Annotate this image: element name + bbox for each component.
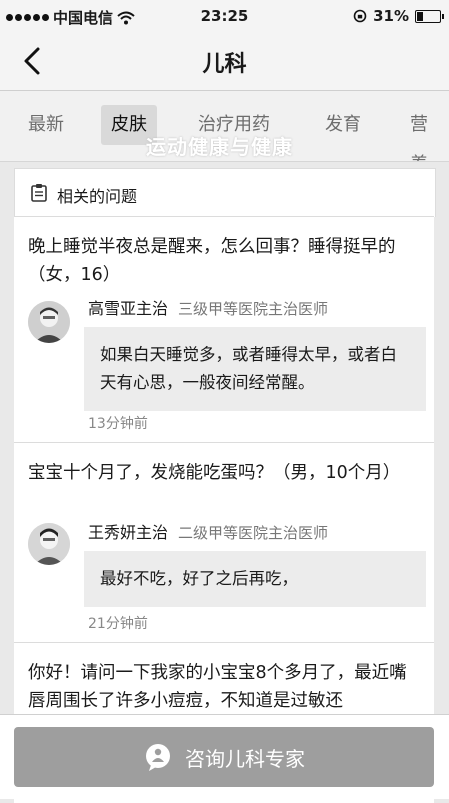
question-text: 宝宝十个月了，发烧能吃蛋吗？（男，10个月） [28, 463, 401, 483]
doctor-info: 王秀妍主治 二级甲等医院主治医师 [88, 519, 328, 543]
section-header: 相关的问题 [14, 168, 436, 217]
avatar [28, 301, 70, 343]
question-text: 晚上睡觉半夜总是醒来，怎么回事？睡得挺早的（女，16） [28, 237, 396, 285]
clipboard-icon [31, 184, 47, 202]
battery-icon [415, 9, 444, 23]
tab-development[interactable]: 发育 [315, 105, 371, 145]
doctor-name: 高雪亚主治 [88, 299, 169, 318]
chat-bubble-icon [146, 744, 170, 771]
doctor-info: 高雪亚主治 三级甲等医院主治医师 [88, 295, 328, 319]
tab-latest[interactable]: 最新 [18, 105, 74, 145]
doctor-avatar-icon [28, 523, 70, 565]
question-card[interactable]: 宝宝十个月了，发烧能吃蛋吗？（男，10个月） 王秀妍主治 二级甲等医院主治医师 最… [14, 442, 434, 643]
doctor-avatar-icon [28, 301, 70, 343]
tab-nutrition[interactable]: 营养 [400, 105, 449, 161]
section-title: 相关的问题 [57, 187, 138, 206]
battery-percent: 31% [373, 7, 409, 25]
question-card[interactable]: 晚上睡觉半夜总是醒来，怎么回事？睡得挺早的（女，16） 高雪亚主治 三级甲等医院主… [14, 216, 434, 443]
page-title: 儿科 [202, 52, 247, 77]
watermark: 运动健康与健康 [146, 135, 293, 159]
rotation-lock-icon [353, 9, 367, 23]
nav-bar: 儿科 [0, 32, 449, 91]
answer-bubble: 最好不吃，好了之后再吃， [84, 551, 426, 607]
answer-time: 13分钟前 [88, 416, 148, 432]
status-bar: 中国电信 23:25 31% [0, 0, 449, 32]
question-list: 相关的问题 晚上睡觉半夜总是醒来，怎么回事？睡得挺早的（女，16） 高雪亚主治三… [0, 162, 449, 803]
avatar [28, 523, 70, 565]
doctor-name: 王秀妍主治 [88, 523, 169, 542]
doctor-title: 三级甲等医院主治医师 [178, 300, 329, 318]
category-tabs: 最新 皮肤 治疗用药 发育 营养 运动健康与健康 [0, 91, 449, 162]
consult-button[interactable]: 咨询儿科专家 [14, 727, 434, 787]
consult-button-label: 咨询儿科专家 [185, 746, 305, 771]
question-text: 你好！请问一下我家的小宝宝8个多月了，最近嘴唇周围长了许多小痘痘，不知道是过敏还 [28, 663, 407, 711]
status-right: 31% [353, 7, 444, 25]
battery-fill [417, 11, 423, 21]
answer-bubble: 如果白天睡觉多，或者睡得太早，或者白天有心思，一般夜间经常醒。 [84, 327, 426, 411]
answer-time: 21分钟前 [88, 616, 148, 632]
doctor-title: 二级甲等医院主治医师 [178, 524, 329, 542]
consult-bar: 咨询儿科专家 [0, 714, 449, 799]
